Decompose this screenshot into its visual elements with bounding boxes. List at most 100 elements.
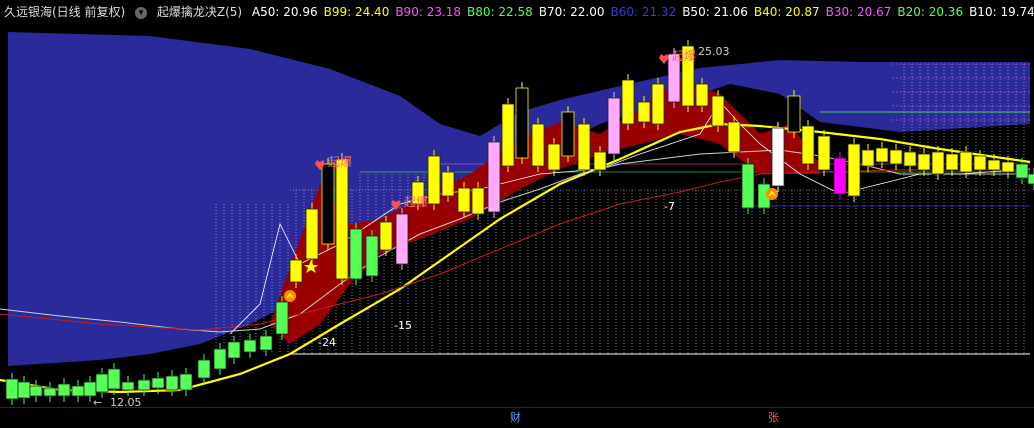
candle-body: [213, 348, 227, 370]
limit-up-badge[interactable]: 张: [766, 411, 781, 425]
level-label-7: -7: [664, 200, 675, 213]
indicator-value: B20: 20.36: [897, 5, 964, 19]
candle-body: [165, 375, 179, 391]
candle-body: [275, 301, 289, 335]
indicator-value: B30: 20.67: [825, 5, 892, 19]
candle-body: [29, 385, 43, 397]
candle-body: [501, 103, 515, 167]
candle-body: [561, 111, 575, 157]
candle-body: [179, 373, 193, 391]
candle-body: [71, 385, 85, 397]
candle-body: [57, 383, 71, 397]
candle-body: [259, 335, 273, 351]
candle-body: [593, 151, 607, 171]
candle-body: [973, 155, 987, 171]
indicator-value: B40: 20.87: [753, 5, 820, 19]
up-arrow-icon: [284, 290, 296, 302]
low-arrow-icon: ←: [93, 396, 102, 407]
candle-body: [427, 155, 441, 205]
indicator-value: B70: 22.00: [538, 5, 605, 19]
candle-body: [43, 387, 57, 397]
candle-body: [395, 213, 409, 265]
candle-body: [771, 127, 785, 187]
bottom-timeline-bar: 财 张: [0, 407, 1034, 428]
stock-title[interactable]: 久远银海(日线 前复权): [4, 5, 125, 19]
candle-body: [151, 377, 165, 389]
candle-body: [787, 95, 801, 133]
signal-label: 起爆: [672, 49, 696, 63]
signal-label: 起爆: [328, 155, 352, 169]
candle-body: [875, 147, 889, 163]
candle-body: [945, 153, 959, 171]
candlestick-chart[interactable]: 起爆起爆起爆 25.03 12.05 ← -24 -15 -7: [0, 24, 1034, 407]
candle-body: [621, 79, 635, 125]
candle-body: [547, 143, 561, 171]
candle-body: [1015, 163, 1029, 179]
candle-body: [121, 381, 135, 391]
low-price-label: 12.05: [110, 396, 142, 407]
candle-body: [107, 368, 121, 390]
candle-body: [833, 157, 847, 195]
indicator-value: B90: 23.18: [395, 5, 462, 19]
candle-body: [931, 151, 945, 175]
candle-body: [17, 381, 31, 399]
indicator-value: B99: 24.40: [323, 5, 390, 19]
finance-badge[interactable]: 财: [508, 411, 523, 425]
indicator-values: A50: 20.96 B99: 24.40 B90: 23.18 B80: 22.58…: [252, 5, 1034, 19]
candle-body: [305, 208, 319, 260]
candle-body: [95, 373, 109, 393]
candle-body: [349, 228, 363, 280]
candle-body: [959, 151, 973, 173]
candle-body: [379, 221, 393, 251]
candle-body: [607, 97, 621, 155]
indicator-value: B10: 19.74: [969, 5, 1034, 19]
candle-body: [741, 163, 755, 209]
indicator-value: B80: 22.58: [467, 5, 533, 19]
indicator-value: B50: 21.06: [682, 5, 748, 19]
candle-body: [5, 378, 19, 400]
candle-body: [987, 159, 1001, 171]
candle-body: [197, 359, 211, 379]
candle-body: [531, 123, 545, 167]
candle-body: [801, 125, 815, 165]
level-label-24: -24: [318, 336, 336, 349]
candle-body: [577, 123, 591, 171]
cloud-area: [8, 32, 1030, 366]
signal-label: 起爆: [404, 195, 428, 209]
candle-body: [289, 259, 303, 283]
candle-body: [515, 87, 529, 159]
candle-body: [243, 339, 257, 353]
candle-body: [695, 83, 709, 107]
candle-body: [441, 171, 455, 197]
chevron-down-icon[interactable]: ▾: [135, 6, 148, 19]
candle-body: [817, 135, 831, 171]
candle-body: [651, 83, 665, 125]
candle-body: [471, 187, 485, 215]
blue-cloud-band: [8, 32, 1030, 366]
candle-body: [1001, 161, 1015, 173]
level-label-15: -15: [394, 319, 412, 332]
up-arrow-icon: [766, 188, 778, 200]
candle-body: [1027, 173, 1034, 185]
heart-icon: [659, 54, 669, 64]
candle-body: [727, 121, 741, 153]
candle-body: [847, 143, 861, 197]
candle-body: [889, 149, 903, 165]
candle-body: [335, 158, 349, 280]
candle-body: [321, 163, 335, 245]
candle-body: [903, 151, 917, 167]
candle-body: [637, 101, 651, 123]
candle-body: [83, 381, 97, 397]
high-price-label: 25.03: [698, 45, 730, 58]
candle-body: [457, 187, 471, 213]
indicator-header: 久远银海(日线 前复权) ▾ 起爆擒龙决Z(5) A50: 20.96 B99: …: [0, 0, 1034, 24]
indicator-name[interactable]: 起爆擒龙决Z(5): [157, 5, 242, 19]
indicator-value: B60: 21.32: [610, 5, 677, 19]
candle-body: [917, 153, 931, 171]
indicator-value: A50: 20.96: [251, 5, 318, 19]
candle-body: [487, 141, 501, 213]
candle-body: [227, 341, 241, 359]
candle-body: [861, 149, 875, 167]
candle-body: [137, 379, 151, 391]
candle-body: [711, 95, 725, 127]
